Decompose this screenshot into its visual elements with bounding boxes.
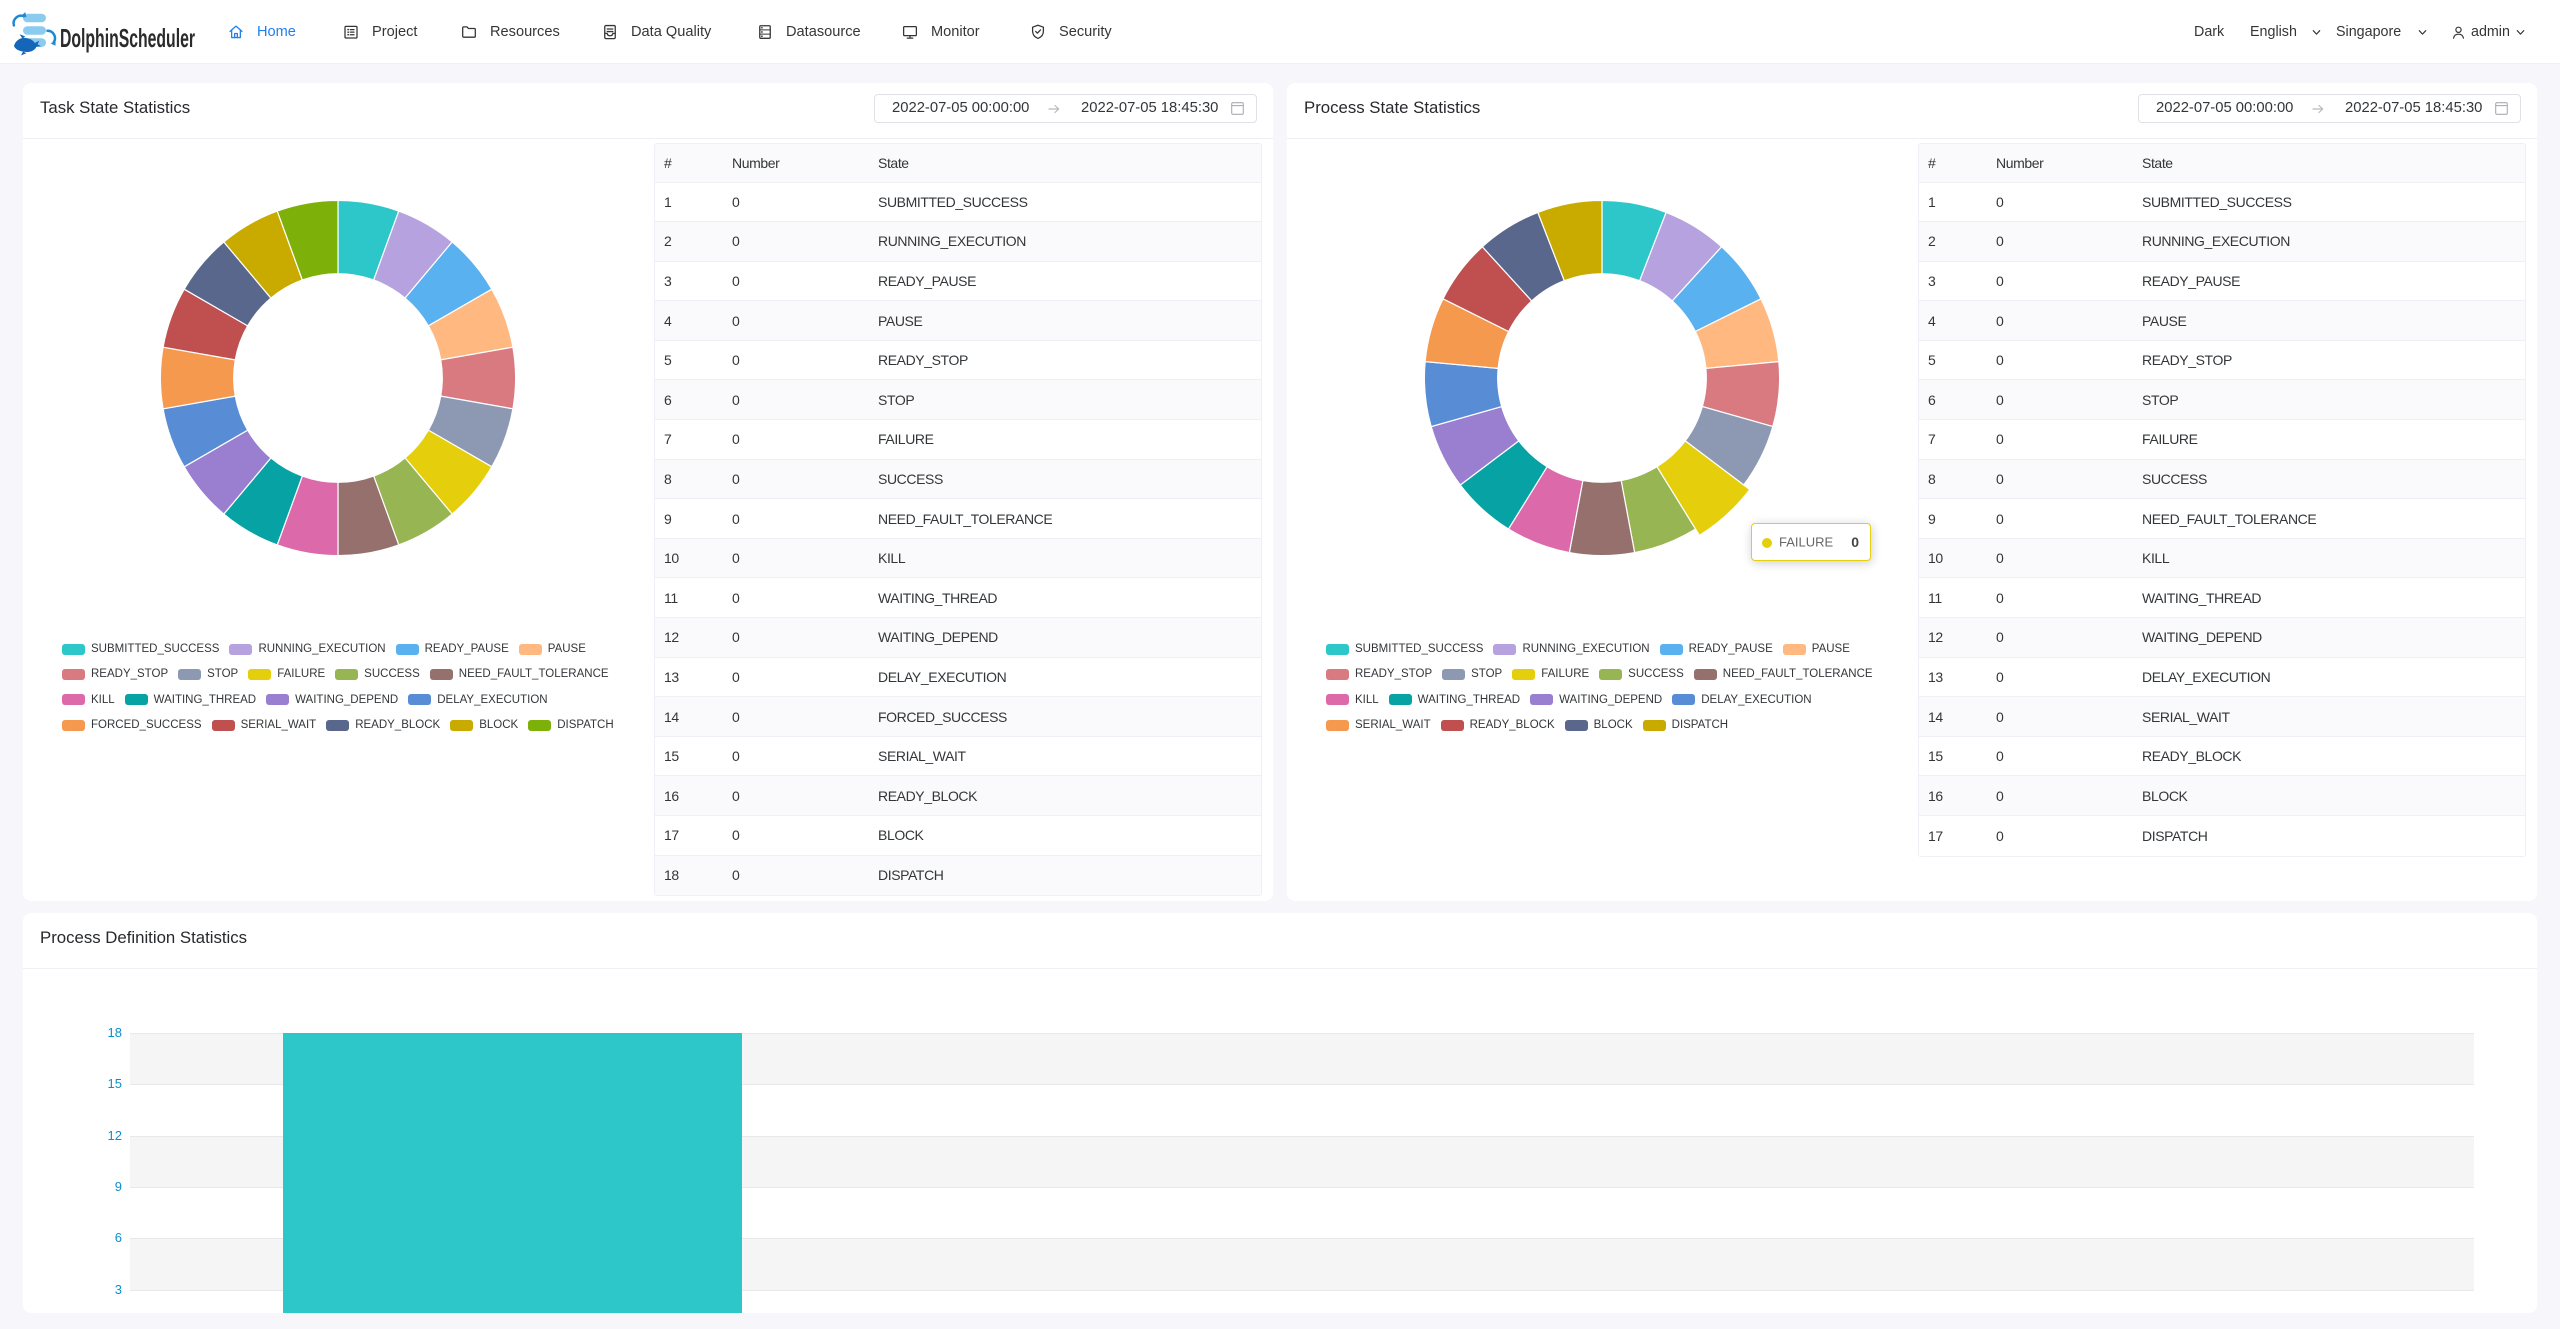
svg-text:DolphinScheduler: DolphinScheduler	[60, 24, 195, 53]
